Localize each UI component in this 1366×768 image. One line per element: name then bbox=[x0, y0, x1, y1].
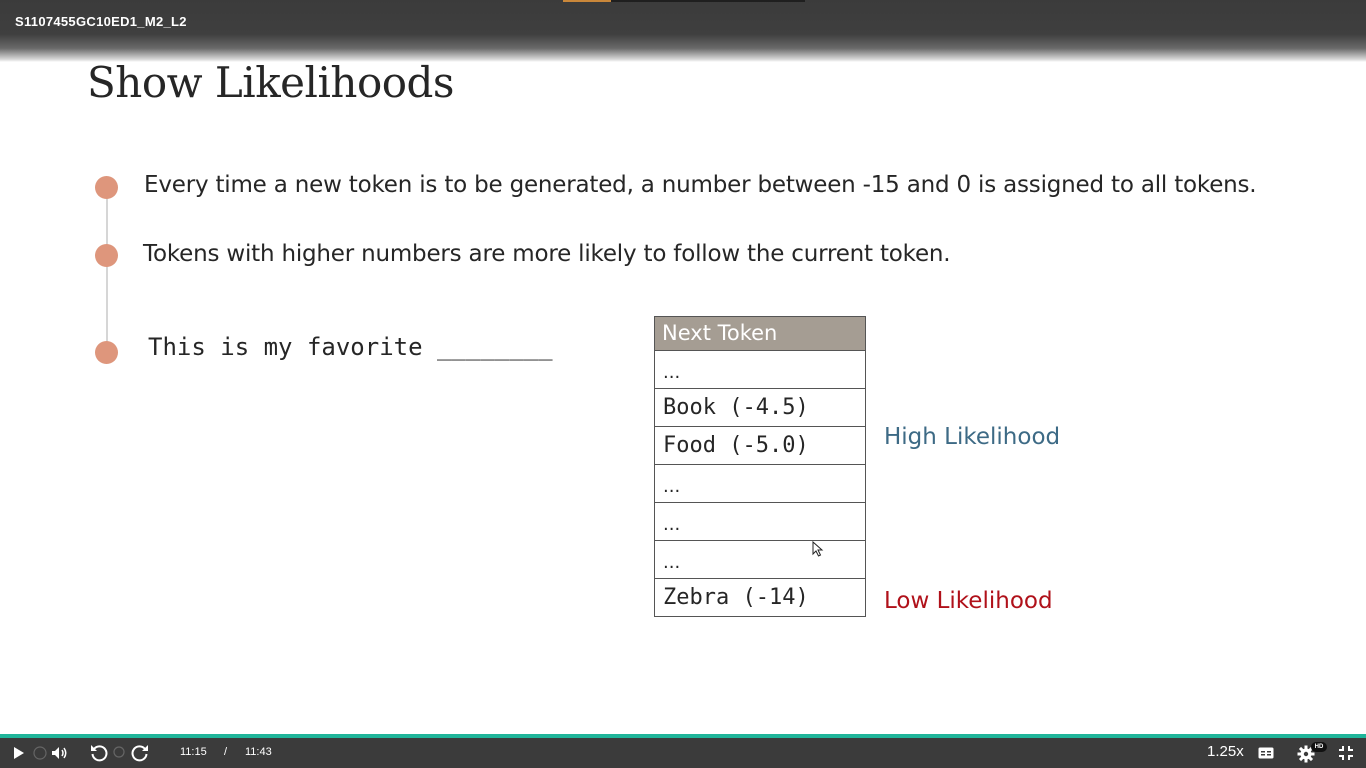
example-sentence: This is my favorite ________ bbox=[148, 333, 553, 361]
table-row: ... bbox=[655, 540, 865, 578]
rewind-button[interactable] bbox=[88, 742, 110, 764]
forward-button[interactable] bbox=[129, 742, 151, 764]
mini-player-button[interactable] bbox=[31, 745, 49, 761]
rewind-icon bbox=[91, 745, 108, 762]
play-icon bbox=[14, 747, 24, 759]
pip-icon bbox=[33, 746, 47, 760]
table-row: ... bbox=[655, 350, 865, 388]
table-row: ... bbox=[655, 464, 865, 502]
mouse-cursor-icon bbox=[812, 540, 824, 557]
volume-button[interactable] bbox=[50, 744, 70, 762]
bullet-dot bbox=[95, 176, 118, 199]
hd-badge: HD bbox=[1311, 742, 1327, 752]
table-header: Next Token bbox=[655, 317, 865, 350]
exit-fullscreen-button[interactable] bbox=[1337, 745, 1355, 761]
bullet-text-2: Tokens with higher numbers are more like… bbox=[143, 241, 951, 267]
video-player: S1107455GC10ED1_M2_L2 Show Likelihoods E… bbox=[0, 0, 1366, 768]
magnifier-icon bbox=[113, 746, 125, 758]
table-row: ... bbox=[655, 502, 865, 540]
low-likelihood-label: Low Likelihood bbox=[884, 588, 1053, 614]
captions-button[interactable] bbox=[1257, 745, 1275, 761]
video-title: S1107455GC10ED1_M2_L2 bbox=[15, 14, 187, 29]
title-bar: S1107455GC10ED1_M2_L2 bbox=[0, 0, 1366, 62]
forward-icon bbox=[131, 745, 148, 762]
bullet-connector-line bbox=[106, 190, 108, 352]
playback-speed-button[interactable]: 1.25x bbox=[1207, 743, 1244, 760]
top-scrub-indicator bbox=[563, 0, 611, 2]
bullet-text-1: Every time a new token is to be generate… bbox=[144, 172, 1257, 198]
time-separator: / bbox=[224, 746, 228, 758]
high-likelihood-label: High Likelihood bbox=[884, 424, 1061, 450]
table-row: Food (-5.0) bbox=[655, 426, 865, 464]
captions-icon bbox=[1258, 747, 1274, 759]
bullet-dot bbox=[95, 244, 118, 267]
table-row: Zebra (-14) bbox=[655, 578, 865, 616]
duration-time: 11:43 bbox=[245, 746, 272, 758]
next-token-table: Next Token ... Book (-4.5) Food (-5.0) .… bbox=[654, 316, 866, 617]
volume-icon bbox=[52, 747, 67, 759]
table-row: Book (-4.5) bbox=[655, 388, 865, 426]
play-button[interactable] bbox=[10, 744, 28, 762]
exit-fullscreen-icon bbox=[1339, 746, 1353, 760]
current-time: 11:15 bbox=[180, 746, 207, 758]
top-scrub-track bbox=[611, 0, 805, 2]
zoom-button[interactable] bbox=[110, 744, 130, 762]
bullet-dot bbox=[95, 341, 118, 364]
slide-title: Show Likelihoods bbox=[87, 58, 454, 107]
